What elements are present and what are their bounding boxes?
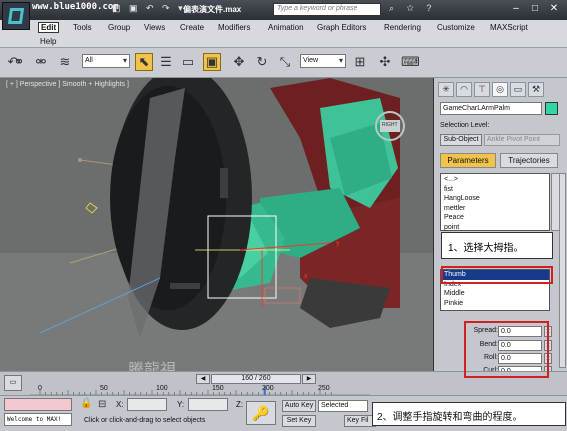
welcome-text: Welcome to MAX! xyxy=(4,413,72,426)
tick-label: 150 xyxy=(212,385,224,392)
rect-selection-icon[interactable]: ▭ xyxy=(179,53,197,71)
object-name-field[interactable]: GameCharLArmPalm xyxy=(440,102,542,115)
scene-render xyxy=(0,78,433,371)
list-item[interactable]: <...> xyxy=(444,175,546,185)
viewcube-label[interactable]: RIGHT xyxy=(382,122,398,128)
move-icon[interactable]: ✥ xyxy=(230,53,248,71)
x-coord-field[interactable] xyxy=(127,398,167,411)
menu-maxscript[interactable]: MAXScript xyxy=(490,23,528,32)
callout-step2: 2、调整手指旋转和弯曲的程度。 xyxy=(372,402,566,426)
tick-label: 100 xyxy=(156,385,168,392)
pivot-center-icon[interactable]: ⊞ xyxy=(351,53,369,71)
quick-access-icons[interactable]: ◧ ▣ ↶ ↷ ▾ xyxy=(112,3,186,14)
selection-level-label: Selection Level: xyxy=(440,122,490,129)
menu-edit[interactable]: Edit xyxy=(38,22,60,33)
link-icon[interactable]: ⚭ xyxy=(10,53,28,71)
select-manipulate-icon[interactable]: ✣ xyxy=(376,53,394,71)
watermark-url: www.blue1000.com xyxy=(32,2,119,12)
display-tab-icon[interactable]: ▭ xyxy=(510,82,526,97)
set-key-button[interactable]: Set Key xyxy=(282,415,316,427)
tick-label: 0 xyxy=(38,385,42,392)
y-coord-field[interactable] xyxy=(188,398,228,411)
callout-step1: 1、选择大拇指。 xyxy=(441,232,553,259)
z-label: Z: xyxy=(236,400,244,409)
list-item[interactable]: HangLoose xyxy=(444,194,546,204)
key-selection-dropdown[interactable]: Selected xyxy=(318,400,368,412)
select-by-name-icon[interactable]: ☰ xyxy=(157,53,175,71)
info-center-icons[interactable]: ⌕ ☆ ? xyxy=(389,3,436,14)
axis-x-label: x xyxy=(304,273,308,280)
menu-group[interactable]: Group xyxy=(108,23,130,32)
y-label: Y: xyxy=(177,400,185,409)
menu-animation[interactable]: Animation xyxy=(268,23,304,32)
menu-bar: Edit Tools Group Views Create Modifiers … xyxy=(0,20,567,48)
pivot-dropdown[interactable]: Ankle Pivot Point xyxy=(484,134,560,146)
tick-label: 50 xyxy=(100,385,108,392)
list-item[interactable]: mettler xyxy=(444,204,546,214)
perspective-viewport[interactable]: [ + ] Perspective ] Smooth + Highlights … xyxy=(0,78,434,371)
tick-label: 250 xyxy=(318,385,330,392)
tab-parameters[interactable]: Parameters xyxy=(440,153,496,168)
scale-icon[interactable]: ⤡ xyxy=(276,53,294,71)
close-icon[interactable]: ✕ xyxy=(546,2,562,16)
utilities-tab-icon[interactable]: ⚒ xyxy=(528,82,544,97)
timeline-toggle-icon[interactable]: ▭ xyxy=(4,375,22,391)
viewport-label[interactable]: [ + ] Perspective ] Smooth + Highlights … xyxy=(6,81,129,88)
app-logo[interactable] xyxy=(2,2,30,30)
main-toolbar: ↶ ⚭ ⚮ ≋ All ⬉ ☰ ▭ ▣ ✥ ↻ ⤡ View ⊞ ✣ ⌨ xyxy=(0,48,567,78)
minimize-icon[interactable]: – xyxy=(508,2,524,16)
axis-y-label: y xyxy=(336,240,340,247)
modify-tab-icon[interactable]: ◠ xyxy=(456,82,472,97)
create-tab-icon[interactable]: ✳ xyxy=(438,82,454,97)
preset-list[interactable]: <...> fist HangLoose mettler Peace point xyxy=(440,173,550,231)
menu-tools[interactable]: Tools xyxy=(73,23,92,32)
command-panel-scrollbar[interactable] xyxy=(559,173,566,368)
unlink-icon[interactable]: ⚮ xyxy=(32,53,50,71)
select-object-icon[interactable]: ⬉ xyxy=(135,53,153,71)
motion-tab-icon[interactable]: ◎ xyxy=(492,82,508,97)
maximize-icon[interactable]: □ xyxy=(527,2,543,16)
search-input[interactable]: Type a keyword or phrase xyxy=(273,3,381,16)
tick-label: 200 xyxy=(262,385,274,392)
selection-filter-dropdown[interactable]: All xyxy=(82,54,130,68)
menu-create[interactable]: Create xyxy=(180,23,204,32)
lock-icon[interactable]: 🔒 xyxy=(80,398,92,409)
params-highlight xyxy=(464,321,549,378)
tab-trajectories[interactable]: Trajectories xyxy=(500,153,558,168)
rotate-icon[interactable]: ↻ xyxy=(253,53,271,71)
menu-views[interactable]: Views xyxy=(144,23,165,32)
list-item-middle[interactable]: Middle xyxy=(441,289,549,299)
prompt-text: Click or click-and-drag to select object… xyxy=(84,417,206,424)
window-title: 偏表演文件.max xyxy=(183,5,242,14)
title-bar: www.blue1000.com ◧ ▣ ↶ ↷ ▾ 偏表演文件.max Typ… xyxy=(0,0,567,30)
menu-graph-editors[interactable]: Graph Editors xyxy=(317,23,366,32)
bind-spacewarp-icon[interactable]: ≋ xyxy=(56,53,74,71)
list-item[interactable]: point xyxy=(444,223,546,233)
menu-help[interactable]: Help xyxy=(40,37,56,46)
menu-customize[interactable]: Customize xyxy=(437,23,475,32)
watermark-text: 騰龍視 xyxy=(128,360,177,371)
hierarchy-tab-icon[interactable]: ⊤ xyxy=(474,82,490,97)
list-item[interactable]: Peace xyxy=(444,213,546,223)
set-key-icon[interactable]: 🔑 xyxy=(246,401,276,425)
prev-frame-icon[interactable]: ◀ xyxy=(196,374,210,384)
x-label: X: xyxy=(116,400,124,409)
maxscript-listener[interactable] xyxy=(4,398,72,411)
menu-rendering[interactable]: Rendering xyxy=(384,23,421,32)
sub-object-button[interactable]: Sub-Object xyxy=(440,134,482,146)
absolute-mode-icon[interactable]: ⊟ xyxy=(98,399,106,410)
keyboard-shortcut-icon[interactable]: ⌨ xyxy=(400,53,420,71)
object-color-swatch[interactable] xyxy=(545,102,558,115)
list-item-pinkie[interactable]: Pinkie xyxy=(441,299,549,309)
auto-key-button[interactable]: Auto Key xyxy=(282,400,316,412)
next-frame-icon[interactable]: ▶ xyxy=(302,374,316,384)
menu-modifiers[interactable]: Modifiers xyxy=(218,23,250,32)
list-item[interactable]: fist xyxy=(444,185,546,195)
reference-coord-dropdown[interactable]: View xyxy=(300,54,346,68)
thumb-highlight xyxy=(441,266,553,284)
time-slider[interactable]: 160 / 260 xyxy=(211,374,301,384)
window-crossing-icon[interactable]: ▣ xyxy=(203,53,221,71)
command-panel-tabs: ✳ ◠ ⊤ ◎ ▭ ⚒ xyxy=(434,80,567,98)
